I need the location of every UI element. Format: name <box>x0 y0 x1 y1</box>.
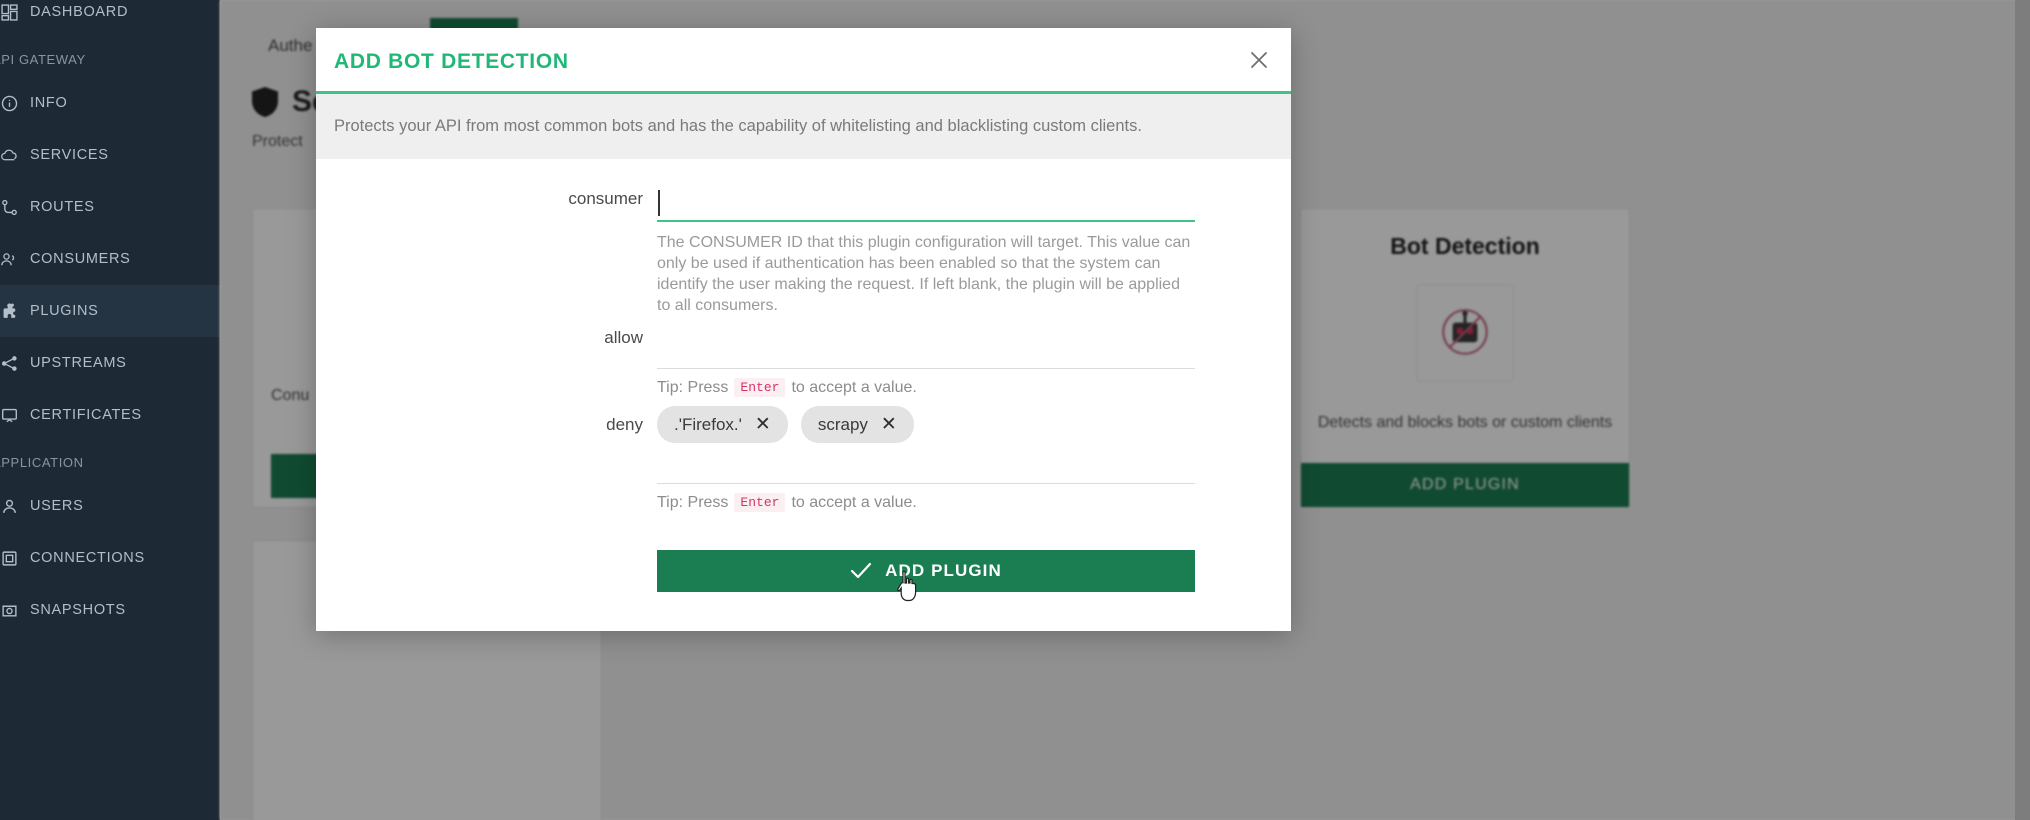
close-icon[interactable] <box>1241 42 1277 78</box>
sidebar-item-label: CERTIFICATES <box>30 407 142 423</box>
text-caret <box>658 190 660 216</box>
dashboard-icon <box>0 3 30 21</box>
sidebar-item-label: SERVICES <box>30 147 109 163</box>
consumer-input[interactable] <box>657 189 1195 222</box>
no-bot-icon <box>1416 284 1514 382</box>
plugin-card-title: Bot Detection <box>1390 233 1540 259</box>
sidebar-item-snapshots[interactable]: SNAPSHOTS <box>0 584 220 636</box>
enter-key-badge: Enter <box>734 378 786 397</box>
modal-description: Protects your API from most common bots … <box>316 94 1291 159</box>
sidebar: DASHBOARD API GATEWAY INFO SERVICES ROUT… <box>0 0 220 820</box>
app-root: DASHBOARD API GATEWAY INFO SERVICES ROUT… <box>0 0 2030 820</box>
field-label-allow: allow <box>604 328 643 347</box>
modal-header: ADD BOT DETECTION <box>316 28 1291 94</box>
deny-chips: .'Firefox.' ✕ scrapy ✕ <box>657 406 1195 451</box>
shield-icon <box>252 87 278 117</box>
field-control-allow: Tip: Press Enter to accept a value. <box>657 328 1195 397</box>
sidebar-section-title: APPLICATION <box>0 455 84 470</box>
sidebar-item-label: USERS <box>30 498 84 514</box>
connections-icon <box>0 550 30 567</box>
cloud-icon <box>0 147 30 164</box>
sidebar-item-label: DASHBOARD <box>30 4 129 20</box>
plugin-card-description: Detects and blocks bots or custom client… <box>1317 414 1613 431</box>
sidebar-item-users[interactable]: USERS <box>0 480 220 532</box>
sidebar-item-consumers[interactable]: CONSUMERS <box>0 233 220 285</box>
chip[interactable]: .'Firefox.' ✕ <box>657 406 788 443</box>
add-plugin-label: ADD PLUGIN <box>885 561 1002 580</box>
snapshot-icon <box>0 602 30 619</box>
sidebar-item-connections[interactable]: CONNECTIONS <box>0 532 220 584</box>
field-row-consumer: consumer The CONSUMER ID that this plugi… <box>316 189 1291 316</box>
chip-remove-icon[interactable]: ✕ <box>881 415 897 434</box>
check-icon <box>851 562 872 579</box>
tip-suffix: to accept a value. <box>791 378 917 396</box>
sidebar-item-plugins[interactable]: PLUGINS <box>0 285 220 337</box>
plugin-card-add-plugin-button[interactable]: ADD PLUGIN <box>1301 463 1629 507</box>
user-group-icon <box>0 251 30 268</box>
field-tip-deny: Tip: Press Enter to accept a value. <box>657 493 1195 512</box>
add-plugin-button[interactable]: ADD PLUGIN <box>657 550 1195 592</box>
enter-key-badge: Enter <box>734 493 786 512</box>
deny-input[interactable] <box>657 451 1195 484</box>
route-icon <box>0 199 30 216</box>
allow-input[interactable] <box>657 336 1195 369</box>
sidebar-item-upstreams[interactable]: UPSTREAMS <box>0 337 220 389</box>
sidebar-item-services[interactable]: SERVICES <box>0 129 220 181</box>
tip-prefix: Tip: Press <box>657 493 729 511</box>
sidebar-item-label: SNAPSHOTS <box>30 602 126 618</box>
chip[interactable]: scrapy ✕ <box>800 406 914 443</box>
modal-title: ADD BOT DETECTION <box>334 50 569 73</box>
field-label-deny: deny <box>606 415 643 434</box>
certificate-icon <box>0 407 30 424</box>
sidebar-item-dashboard[interactable]: DASHBOARD <box>0 0 220 38</box>
field-help-consumer: The CONSUMER ID that this plugin configu… <box>657 234 1191 315</box>
page-scrollbar[interactable] <box>2015 0 2030 820</box>
chip-label: .'Firefox.' <box>674 414 742 434</box>
field-row-allow: allow Tip: Press Enter to accept a value… <box>316 328 1291 397</box>
sidebar-item-certificates[interactable]: CERTIFICATES <box>0 389 220 441</box>
page-subtitle: Protect <box>252 133 303 150</box>
tip-suffix: to accept a value. <box>791 493 917 511</box>
modal-body: consumer The CONSUMER ID that this plugi… <box>316 159 1291 628</box>
tip-prefix: Tip: Press <box>657 378 729 396</box>
plugin-card-bot-detection[interactable]: Bot Detection Detects and blocks bots or… <box>1300 208 1630 508</box>
sidebar-item-label: CONSUMERS <box>30 251 131 267</box>
sidebar-item-info[interactable]: INFO <box>0 77 220 129</box>
sidebar-item-label: ROUTES <box>30 199 95 215</box>
chip-remove-icon[interactable]: ✕ <box>755 415 771 434</box>
sidebar-item-label: INFO <box>30 95 68 111</box>
add-bot-detection-modal: ADD BOT DETECTION Protects your API from… <box>316 28 1291 631</box>
allow-chips <box>657 328 1195 336</box>
field-tip-allow: Tip: Press Enter to accept a value. <box>657 378 1195 397</box>
user-icon <box>0 498 30 515</box>
field-row-deny: deny .'Firefox.' ✕ scrapy ✕ Tip: Press E… <box>316 406 1291 512</box>
card-text: Conu <box>271 387 310 404</box>
plug-icon <box>0 302 30 320</box>
field-control-deny: .'Firefox.' ✕ scrapy ✕ Tip: Press Enter … <box>657 406 1195 512</box>
field-control-consumer: The CONSUMER ID that this plugin configu… <box>657 189 1195 316</box>
sidebar-item-routes[interactable]: ROUTES <box>0 181 220 233</box>
sidebar-item-label: UPSTREAMS <box>30 355 127 371</box>
field-label-consumer: consumer <box>568 189 643 208</box>
chip-label: scrapy <box>817 414 868 434</box>
share-nodes-icon <box>0 355 30 372</box>
sidebar-item-label: PLUGINS <box>30 303 99 319</box>
sidebar-item-label: CONNECTIONS <box>30 550 145 566</box>
info-icon <box>0 95 30 112</box>
sidebar-section-title: API GATEWAY <box>0 52 86 67</box>
